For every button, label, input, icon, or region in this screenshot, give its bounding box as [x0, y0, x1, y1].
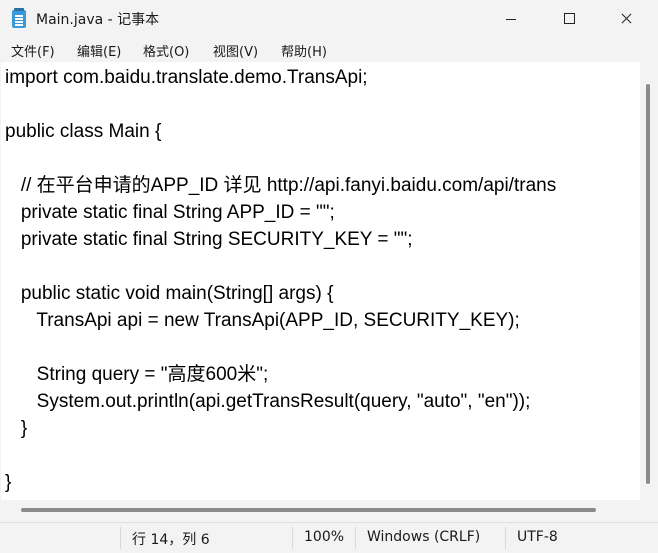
zoom-level: 100% [304, 529, 345, 545]
menu-format[interactable]: 格式(O) [143, 41, 189, 60]
status-bar: 行 14，列 6 100% Windows (CRLF) UTF-8 [0, 522, 658, 553]
status-divider [292, 527, 293, 549]
minimize-button[interactable] [488, 0, 534, 38]
line-ending: Windows (CRLF) [367, 529, 481, 545]
vertical-scrollbar[interactable] [640, 62, 657, 500]
code-line: private static final String APP_ID = ""; [5, 202, 335, 223]
horizontal-scrollbar[interactable] [1, 500, 640, 520]
encoding: UTF-8 [517, 529, 558, 545]
maximize-button[interactable] [546, 0, 592, 38]
menu-help[interactable]: 帮助(H) [281, 41, 327, 60]
code-line: } [5, 418, 28, 439]
scrollbar-corner [640, 500, 657, 520]
text-editor[interactable]: import com.baidu.translate.demo.TransApi… [1, 62, 640, 500]
code-line: String query = "高度600米"; [5, 364, 269, 385]
title-bar: Main.java - 记事本 [0, 0, 658, 38]
menu-bar: 文件(F) 编辑(E) 格式(O) 视图(V) 帮助(H) [0, 38, 658, 62]
code-line: private static final String SECURITY_KEY… [5, 229, 413, 250]
close-button[interactable] [604, 0, 650, 38]
vertical-scroll-thumb[interactable] [646, 84, 650, 484]
notepad-icon [12, 8, 26, 28]
status-divider [505, 527, 506, 549]
code-line: TransApi api = new TransApi(APP_ID, SECU… [5, 310, 520, 331]
code-line: } [5, 472, 12, 493]
code-line: public class Main { [5, 121, 162, 142]
code-line: System.out.println(api.getTransResult(qu… [5, 391, 531, 412]
code-line: public static void main(String[] args) { [5, 283, 334, 304]
cursor-position: 行 14，列 6 [132, 532, 210, 548]
horizontal-scroll-thumb[interactable] [21, 508, 596, 512]
window-title: Main.java - 记事本 [36, 12, 160, 28]
status-divider [355, 527, 356, 549]
code-line: import com.baidu.translate.demo.TransApi… [5, 67, 368, 88]
menu-edit[interactable]: 编辑(E) [77, 41, 121, 60]
menu-view[interactable]: 视图(V) [213, 41, 258, 60]
menu-file[interactable]: 文件(F) [11, 41, 55, 60]
status-divider [120, 527, 121, 549]
code-line: // 在平台申请的APP_ID 详见 http://api.fanyi.baid… [5, 175, 557, 196]
